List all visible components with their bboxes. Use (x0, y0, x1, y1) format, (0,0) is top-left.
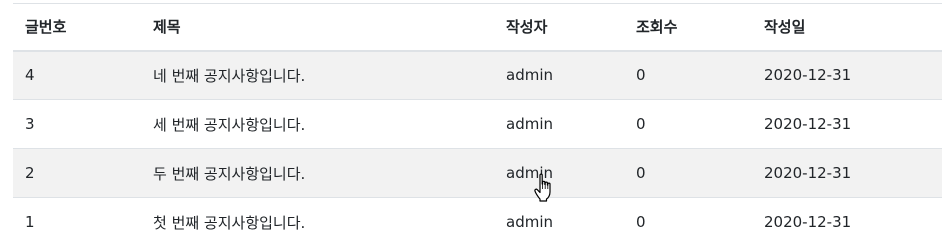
header-author[interactable]: 작성자 (494, 4, 624, 51)
row-date: 2020-12-31 (764, 213, 852, 232)
table-row[interactable]: 2 두 번째 공지사항입니다. admin 0 2020-12-31 (13, 148, 942, 198)
row-views: 0 (636, 164, 646, 182)
row-author: admin (506, 164, 553, 182)
row-number: 2 (25, 164, 35, 182)
row-author: admin (506, 115, 553, 133)
notice-table: 글번호 제목 작성자 조회수 작성일 4 네 번째 공지사항입니다. admin… (13, 3, 942, 247)
header-views[interactable]: 조회수 (624, 4, 752, 51)
row-number: 1 (25, 213, 35, 232)
row-date: 2020-12-31 (764, 115, 852, 133)
row-title-link[interactable]: 첫 번째 공지사항입니다. (141, 198, 494, 247)
header-title[interactable]: 제목 (141, 4, 494, 51)
row-date: 2020-12-31 (764, 164, 852, 182)
row-number: 3 (25, 115, 35, 133)
row-title-link[interactable]: 두 번째 공지사항입니다. (141, 149, 494, 198)
row-views: 0 (636, 213, 646, 232)
table-row[interactable]: 4 네 번째 공지사항입니다. admin 0 2020-12-31 (13, 50, 942, 100)
row-number: 4 (25, 66, 35, 85)
table-header-row: 글번호 제목 작성자 조회수 작성일 (13, 3, 942, 51)
header-number[interactable]: 글번호 (13, 4, 141, 51)
row-author: admin (506, 66, 553, 85)
row-views: 0 (636, 66, 646, 85)
row-author: admin (506, 213, 553, 232)
row-title-link[interactable]: 세 번째 공지사항입니다. (141, 100, 494, 149)
row-date: 2020-12-31 (764, 66, 852, 85)
notice-table-container: 글번호 제목 작성자 조회수 작성일 4 네 번째 공지사항입니다. admin… (13, 3, 942, 247)
row-title-link[interactable]: 네 번째 공지사항입니다. (141, 51, 494, 100)
table-row[interactable]: 3 세 번째 공지사항입니다. admin 0 2020-12-31 (13, 99, 942, 149)
header-date[interactable]: 작성일 (752, 4, 942, 51)
row-views: 0 (636, 115, 646, 133)
table-row[interactable]: 1 첫 번째 공지사항입니다. admin 0 2020-12-31 (13, 197, 942, 247)
